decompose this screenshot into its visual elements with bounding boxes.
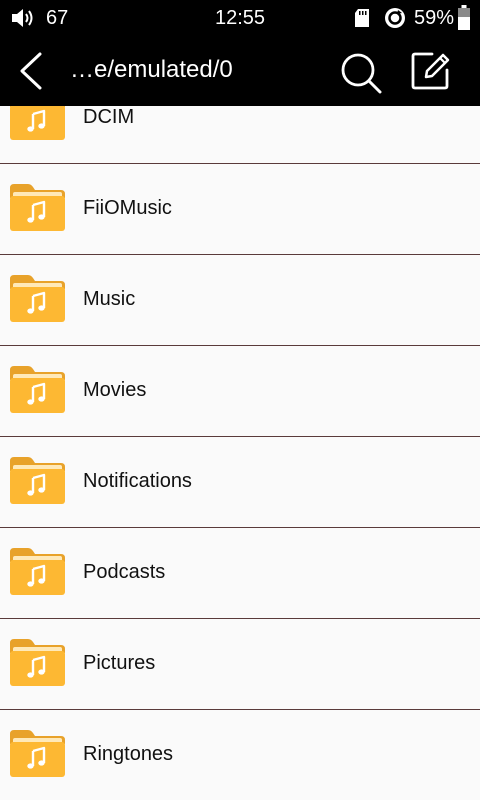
folder-row-fiiomusic[interactable]: FiiOMusic [0,164,480,255]
edit-icon[interactable] [410,50,452,92]
music-folder-icon [10,457,65,504]
folder-row-dcim[interactable]: DCIM [0,106,480,164]
clock: 12:55 [214,7,266,29]
folder-name: FiiOMusic [83,197,172,219]
back-arrow-icon[interactable] [14,50,50,92]
battery-icon [458,5,470,30]
folder-name: DCIM [83,106,135,128]
sync-icon [385,8,405,28]
music-folder-icon [10,184,65,231]
search-icon[interactable] [338,50,384,96]
music-folder-icon [10,275,65,322]
folder-name: Pictures [83,652,156,674]
music-folder-icon [10,730,65,777]
folder-row-pictures[interactable]: Pictures [0,619,480,710]
folder-row-podcasts[interactable]: Podcasts [0,528,480,619]
folder-row-notifications[interactable]: Notifications [0,437,480,528]
file-browser-screen: 67 12:55 59% …e/emulated/0 DCIM FiiOMusi… [0,0,480,800]
folder-list-items: DCIM FiiOMusic Music Movies Notification… [0,106,480,800]
folder-name: Music [83,288,136,310]
current-path-title: …e/emulated/0 [70,56,233,83]
music-folder-icon [10,366,65,413]
music-folder-icon [10,639,65,686]
music-folder-icon [10,548,65,595]
music-folder-icon [10,106,65,140]
battery-percent: 59% [414,7,455,29]
folder-name: Movies [83,379,147,401]
folder-name: Podcasts [83,561,166,583]
status-bar: 67 12:55 59% [0,0,480,36]
toolbar: …e/emulated/0 [0,36,480,106]
sd-card-icon [355,9,369,27]
folder-row-music[interactable]: Music [0,255,480,346]
folder-name: Ringtones [83,743,174,765]
folder-name: Notifications [83,470,192,492]
folder-row-ringtones[interactable]: Ringtones [0,710,480,800]
folder-row-movies[interactable]: Movies [0,346,480,437]
folder-list[interactable]: DCIM FiiOMusic Music Movies Notification… [0,106,480,800]
